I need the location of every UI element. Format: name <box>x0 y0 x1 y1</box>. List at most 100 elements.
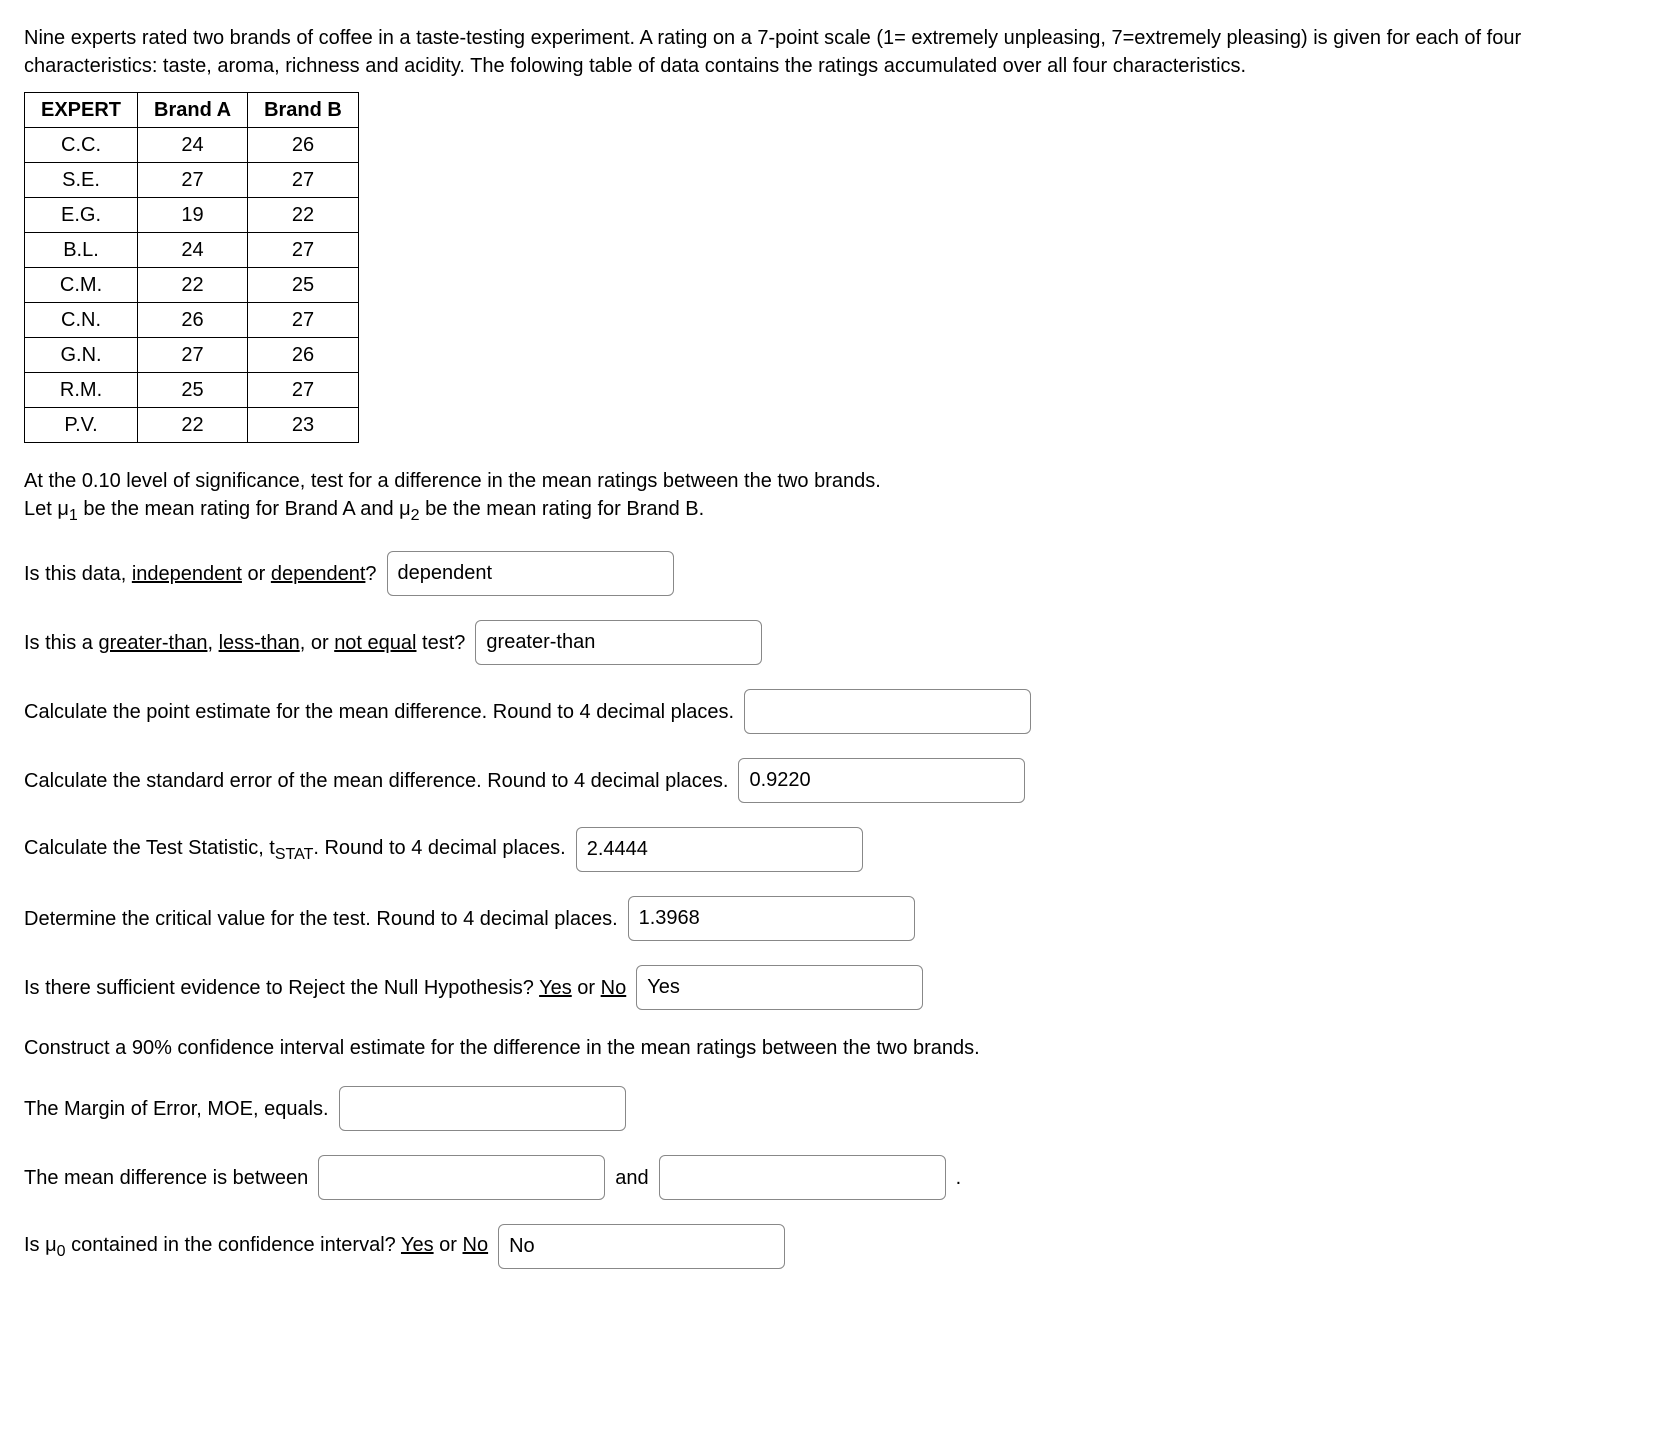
table-row: E.G.1922 <box>25 198 359 233</box>
q10-text: contained in the confidence interval? <box>66 1234 401 1256</box>
q5-text: Calculate the Test Statistic, t <box>24 837 275 859</box>
let-text: be the mean rating for Brand A and μ <box>78 498 411 520</box>
col-header-brand-a: Brand A <box>138 93 248 128</box>
mu0-contained-input[interactable] <box>498 1224 785 1269</box>
expert-cell: P.V. <box>25 408 138 443</box>
question-test-statistic: Calculate the Test Statistic, tSTAT. Rou… <box>24 827 1642 872</box>
q6-text: Determine the critical value for the tes… <box>24 905 618 933</box>
brand-a-cell: 24 <box>138 233 248 268</box>
expert-cell: C.N. <box>25 303 138 338</box>
question-interval: The mean difference is between and . <box>24 1155 1642 1200</box>
critical-value-input[interactable] <box>628 896 915 941</box>
col-header-brand-b: Brand B <box>248 93 359 128</box>
q2-text: , or <box>300 632 334 654</box>
question-critical-value: Determine the critical value for the tes… <box>24 896 1642 941</box>
expert-cell: E.G. <box>25 198 138 233</box>
ratings-table: EXPERT Brand A Brand B C.C.2426S.E.2727E… <box>24 92 359 443</box>
q2-text: Is this a <box>24 632 98 654</box>
q10-text: Is μ <box>24 1234 57 1256</box>
standard-error-input[interactable] <box>738 758 1025 803</box>
mu2-subscript: 2 <box>411 507 420 524</box>
table-row: G.N.2726 <box>25 338 359 373</box>
q10-text: or <box>434 1234 463 1256</box>
let-statement: Let μ1 be the mean rating for Brand A an… <box>24 495 1642 527</box>
test-statistic-input[interactable] <box>576 827 863 872</box>
expert-cell: S.E. <box>25 163 138 198</box>
point-estimate-input[interactable] <box>744 689 1031 734</box>
significance-statement: At the 0.10 level of significance, test … <box>24 467 1642 495</box>
let-text: Let μ <box>24 498 69 520</box>
question-point-estimate: Calculate the point estimate for the mea… <box>24 689 1642 734</box>
table-row: R.M.2527 <box>25 373 359 408</box>
brand-b-cell: 26 <box>248 338 359 373</box>
q9-dot: . <box>956 1164 962 1192</box>
table-row: C.N.2627 <box>25 303 359 338</box>
interval-lower-input[interactable] <box>318 1155 605 1200</box>
table-row: C.C.2426 <box>25 128 359 163</box>
expert-cell: B.L. <box>25 233 138 268</box>
test-type-input[interactable] <box>475 620 762 665</box>
table-row: B.L.2427 <box>25 233 359 268</box>
brand-b-cell: 27 <box>248 303 359 338</box>
dependent-input[interactable] <box>387 551 674 596</box>
mu1-subscript: 1 <box>69 507 78 524</box>
brand-b-cell: 27 <box>248 373 359 408</box>
problem-intro: Nine experts rated two brands of coffee … <box>24 24 1642 80</box>
q10-option-yes: Yes <box>401 1234 434 1256</box>
q2-option-greater: greater-than <box>98 632 207 654</box>
q7-option-yes: Yes <box>539 977 572 999</box>
q7-text: Is there sufficient evidence to Reject t… <box>24 977 539 999</box>
q4-text: Calculate the standard error of the mean… <box>24 767 728 795</box>
interval-upper-input[interactable] <box>659 1155 946 1200</box>
brand-b-cell: 25 <box>248 268 359 303</box>
brand-b-cell: 27 <box>248 233 359 268</box>
moe-input[interactable] <box>339 1086 626 1131</box>
brand-a-cell: 22 <box>138 268 248 303</box>
brand-a-cell: 22 <box>138 408 248 443</box>
expert-cell: G.N. <box>25 338 138 373</box>
brand-b-cell: 22 <box>248 198 359 233</box>
q1-option-independent: independent <box>132 563 242 585</box>
expert-cell: R.M. <box>25 373 138 408</box>
q1-text: or <box>242 563 271 585</box>
mu0-subscript: 0 <box>57 1243 66 1260</box>
q1-text: ? <box>365 563 376 585</box>
expert-cell: C.M. <box>25 268 138 303</box>
hypothesis-setup: At the 0.10 level of significance, test … <box>24 467 1642 527</box>
brand-a-cell: 19 <box>138 198 248 233</box>
brand-b-cell: 27 <box>248 163 359 198</box>
let-text: be the mean rating for Brand B. <box>420 498 705 520</box>
question-standard-error: Calculate the standard error of the mean… <box>24 758 1642 803</box>
q2-option-notequal: not equal <box>334 632 416 654</box>
table-row: P.V.2223 <box>25 408 359 443</box>
table-row: S.E.2727 <box>25 163 359 198</box>
q2-text: test? <box>416 632 465 654</box>
question-mu0-contained: Is μ0 contained in the confidence interv… <box>24 1224 1642 1269</box>
brand-b-cell: 26 <box>248 128 359 163</box>
q1-text: Is this data, <box>24 563 132 585</box>
reject-null-input[interactable] <box>636 965 923 1010</box>
q5-text: . Round to 4 decimal places. <box>313 837 565 859</box>
col-header-expert: EXPERT <box>25 93 138 128</box>
q10-option-no: No <box>463 1234 489 1256</box>
q9-text: The mean difference is between <box>24 1164 308 1192</box>
brand-a-cell: 24 <box>138 128 248 163</box>
question-test-type: Is this a greater-than, less-than, or no… <box>24 620 1642 665</box>
q2-text: , <box>207 632 218 654</box>
brand-a-cell: 26 <box>138 303 248 338</box>
q2-option-less: less-than <box>219 632 300 654</box>
ci-intro: Construct a 90% confidence interval esti… <box>24 1034 1642 1062</box>
q7-text: or <box>572 977 601 999</box>
question-moe: The Margin of Error, MOE, equals. <box>24 1086 1642 1131</box>
brand-a-cell: 27 <box>138 338 248 373</box>
brand-a-cell: 27 <box>138 163 248 198</box>
question-dependent-independent: Is this data, independent or dependent? <box>24 551 1642 596</box>
q3-text: Calculate the point estimate for the mea… <box>24 698 734 726</box>
expert-cell: C.C. <box>25 128 138 163</box>
brand-a-cell: 25 <box>138 373 248 408</box>
q8-text: The Margin of Error, MOE, equals. <box>24 1095 329 1123</box>
table-row: C.M.2225 <box>25 268 359 303</box>
question-reject-null: Is there sufficient evidence to Reject t… <box>24 965 1642 1010</box>
q7-option-no: No <box>601 977 627 999</box>
tstat-subscript: STAT <box>275 846 314 863</box>
